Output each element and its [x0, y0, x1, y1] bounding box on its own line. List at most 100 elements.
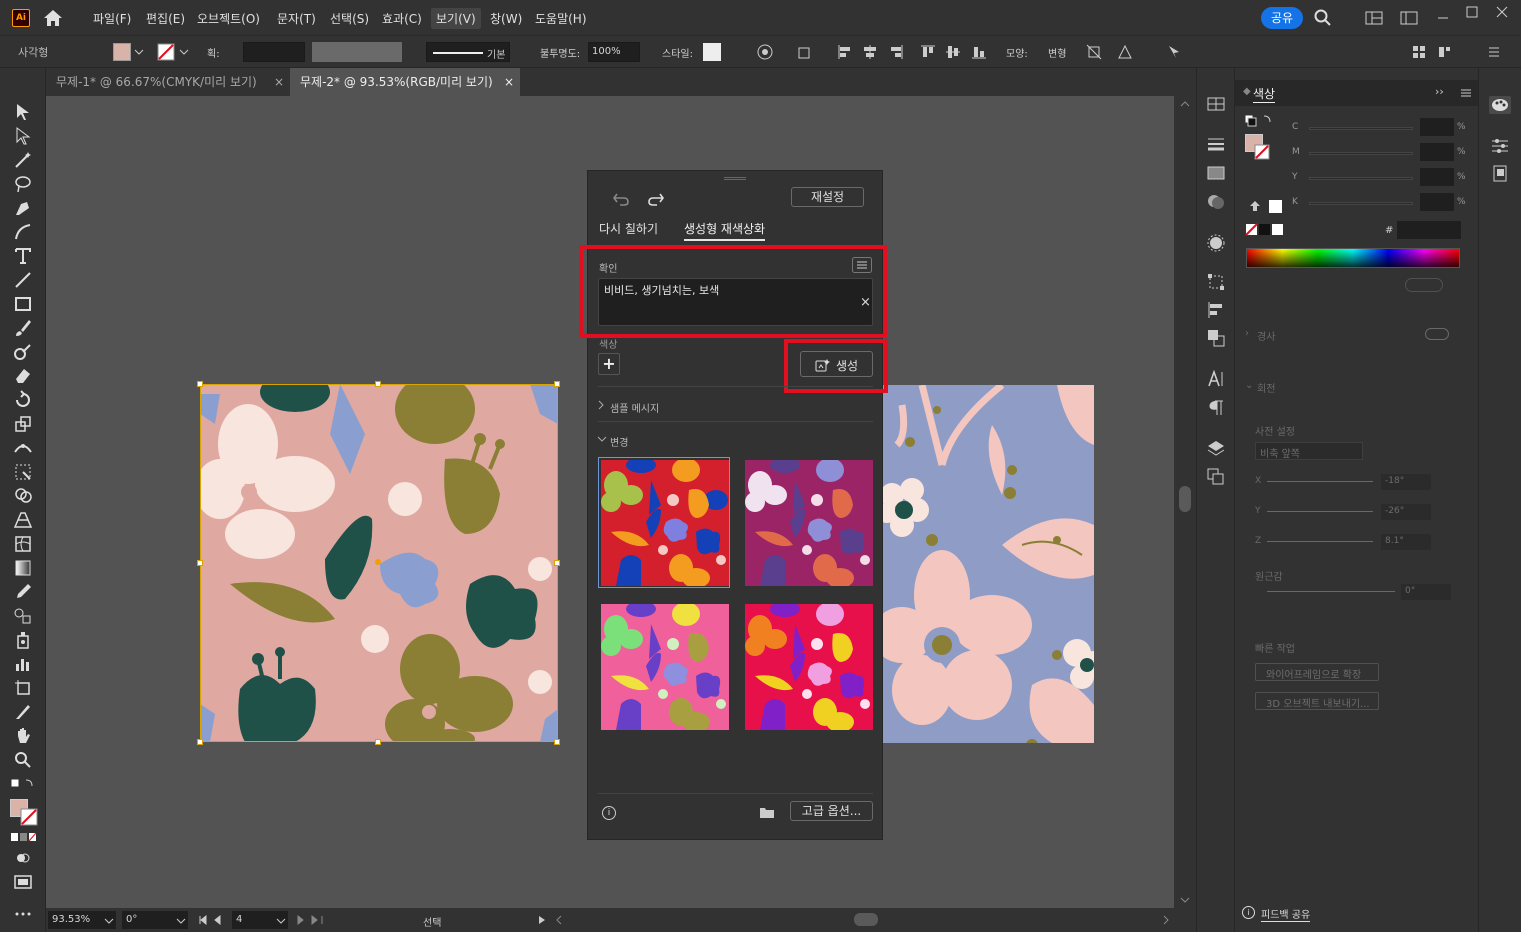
menu-view[interactable]: 보기(V) — [431, 8, 481, 29]
advanced-options-button[interactable]: 고급 옵션... — [790, 801, 873, 821]
align-right-icon[interactable] — [888, 44, 904, 60]
bevel-toggle[interactable] — [1425, 328, 1449, 340]
gradient-panel-icon[interactable] — [1207, 165, 1225, 181]
toggle-switch[interactable] — [1405, 278, 1443, 292]
libraries-icon[interactable] — [1207, 96, 1225, 112]
selection-handle[interactable] — [197, 739, 203, 745]
black-slider[interactable] — [1309, 202, 1413, 205]
properties-sliders-icon[interactable] — [1491, 138, 1509, 154]
artboard-tool-icon[interactable] — [13, 678, 33, 698]
cyan-slider[interactable] — [1309, 127, 1413, 130]
chevron-down-icon[interactable] — [276, 917, 286, 925]
menu-select[interactable]: 선택(S) — [330, 10, 369, 27]
prompt-menu-icon[interactable] — [852, 257, 872, 273]
home-icon[interactable] — [42, 8, 64, 28]
fill-swatch[interactable] — [113, 43, 131, 61]
search-icon[interactable] — [1314, 9, 1332, 27]
tab-close-icon[interactable]: × — [274, 68, 284, 96]
paintbrush-tool-icon[interactable] — [13, 318, 33, 338]
next-last-artboard-icon[interactable] — [296, 915, 326, 925]
select-similar-icon[interactable] — [1167, 44, 1183, 60]
minimize-icon[interactable] — [1437, 12, 1449, 24]
align-left-icon[interactable] — [837, 44, 853, 60]
info-icon[interactable]: i — [602, 806, 616, 820]
transparency-panel-icon[interactable] — [1207, 193, 1225, 211]
panel-menu-icon[interactable] — [1486, 44, 1502, 60]
stroke-color-swatch[interactable] — [20, 808, 38, 826]
scroll-up-icon[interactable] — [1180, 100, 1190, 108]
clear-prompt-icon[interactable]: × — [860, 295, 871, 310]
opacity-field[interactable]: 100% — [588, 42, 640, 62]
gamut-swatch[interactable] — [1269, 200, 1282, 213]
export-3d-button[interactable]: 3D 오브젝트 내보내기... — [1255, 692, 1379, 710]
chevron-down-icon[interactable] — [597, 435, 607, 443]
free-transform-tool-icon[interactable] — [13, 462, 33, 482]
scale-tool-icon[interactable] — [13, 414, 33, 434]
sample-prompts-toggle[interactable]: 샘플 메시지 — [610, 400, 659, 415]
share-button[interactable]: 공유 — [1261, 7, 1303, 29]
z-field[interactable]: 8.1° — [1381, 534, 1431, 550]
puppet-warp-icon[interactable] — [1117, 44, 1133, 60]
lasso-tool-icon[interactable] — [13, 174, 33, 194]
tab-document-2[interactable]: 무제-2* @ 93.53%(RGB/미리 보기) × — [290, 68, 520, 96]
panel-stroke-swatch[interactable] — [1254, 144, 1270, 160]
variation-thumbnail-1[interactable] — [601, 460, 729, 586]
perspective-slider[interactable] — [1267, 591, 1395, 592]
align-center-icon[interactable] — [862, 44, 878, 60]
z-slider[interactable] — [1267, 541, 1373, 542]
selection-tool-icon[interactable] — [13, 102, 33, 122]
x-slider[interactable] — [1267, 481, 1373, 482]
expand-wireframe-button[interactable]: 와이어프레임으로 확장 — [1255, 663, 1379, 681]
horizontal-scroll-thumb[interactable] — [854, 913, 878, 926]
scroll-thumb[interactable] — [1179, 486, 1191, 512]
isolate-icon[interactable] — [1086, 44, 1102, 60]
out-of-gamut-icon[interactable] — [1249, 200, 1261, 212]
variable-width-profile[interactable] — [312, 42, 402, 62]
black-field[interactable] — [1420, 193, 1454, 211]
drag-handle[interactable] — [724, 177, 746, 180]
scroll-down-icon[interactable] — [1180, 896, 1190, 904]
eraser-tool-icon[interactable] — [13, 366, 33, 386]
color-spectrum[interactable] — [1246, 248, 1460, 268]
perspective-field[interactable]: 0° — [1401, 584, 1451, 600]
magenta-slider[interactable] — [1309, 152, 1413, 155]
layers-panel-icon[interactable] — [1207, 440, 1225, 458]
column-graph-tool-icon[interactable] — [13, 654, 33, 674]
graphic-style-swatch[interactable] — [703, 43, 721, 61]
slice-tool-icon[interactable] — [13, 702, 33, 722]
menu-effect[interactable]: 효과(C) — [382, 10, 422, 27]
cyan-field[interactable] — [1420, 118, 1454, 136]
learn-panel-icon[interactable] — [1491, 165, 1509, 183]
tab-repaint[interactable]: 다시 칠하기 — [599, 220, 658, 237]
tab-generative-recolor[interactable]: 생성형 재색상화 — [684, 220, 766, 241]
width-tool-icon[interactable] — [13, 438, 33, 458]
line-tool-icon[interactable] — [13, 270, 33, 290]
transform-label[interactable]: 변형 — [1048, 45, 1066, 60]
appearance-panel-icon[interactable] — [1207, 234, 1225, 252]
prompt-input[interactable]: 비비드, 생기넘치는, 보색 × — [598, 278, 873, 326]
paragraph-panel-icon[interactable] — [1207, 399, 1225, 417]
perspective-grid-tool-icon[interactable] — [13, 510, 33, 530]
shape-icon[interactable] — [797, 44, 813, 60]
shape-label[interactable]: 모양: — [1006, 45, 1028, 60]
none-black-white-swatches[interactable] — [1245, 223, 1283, 236]
selection-handle[interactable] — [554, 560, 560, 566]
folder-icon[interactable] — [759, 805, 775, 819]
blend-tool-icon[interactable] — [13, 606, 33, 626]
selection-handle[interactable] — [375, 739, 381, 745]
color-panel-title[interactable]: 색상 — [1253, 85, 1276, 103]
pattern-artwork-blue[interactable] — [882, 385, 1094, 743]
selection-handle[interactable] — [554, 381, 560, 387]
panel-menu-icon[interactable] — [1460, 88, 1472, 98]
swap-fill-stroke-icon[interactable] — [10, 778, 36, 792]
bevel-label[interactable]: 경사 — [1257, 328, 1275, 343]
y-slider[interactable] — [1267, 511, 1373, 512]
type-tool-icon[interactable] — [13, 246, 33, 266]
yellow-slider[interactable] — [1309, 177, 1413, 180]
recolor-palette-icon[interactable] — [1489, 96, 1511, 114]
magic-wand-icon[interactable] — [13, 150, 33, 170]
pen-tool-icon[interactable] — [13, 198, 33, 218]
menu-window[interactable]: 창(W) — [490, 10, 522, 27]
vertical-scrollbar[interactable] — [1174, 96, 1196, 908]
workspace-icon[interactable] — [1365, 10, 1383, 26]
